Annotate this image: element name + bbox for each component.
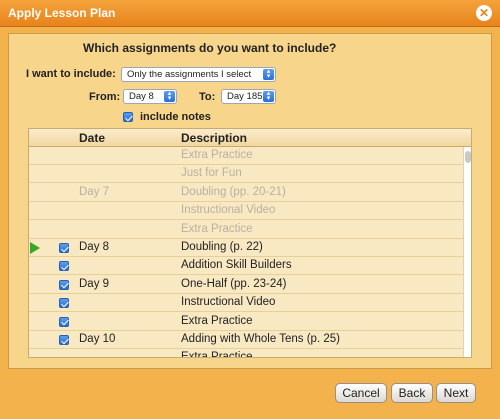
row-checkbox[interactable] — [59, 298, 69, 309]
row-description: Extra Practice — [181, 222, 253, 235]
table-row[interactable]: Extra Practice — [29, 221, 463, 239]
table-row[interactable]: Day 7 Doubling (pp. 20-21) — [29, 184, 463, 202]
row-date: Day 8 — [79, 241, 110, 253]
include-select[interactable]: Only the assignments I select ▴ ▾ — [121, 67, 276, 82]
table-row[interactable]: Instructional Video — [29, 202, 463, 221]
from-label: From: — [89, 91, 121, 103]
table-row[interactable]: Just for Fun — [29, 165, 463, 184]
from-select-value: Day 8 — [129, 91, 154, 102]
include-notes-label: include notes — [140, 111, 211, 123]
row-description: One-Half (pp. 23-24) — [181, 277, 287, 290]
table-header: Date Description — [29, 129, 471, 147]
table-row[interactable]: Instructional Video — [29, 294, 463, 313]
dialog-title: Apply Lesson Plan — [8, 6, 116, 20]
row-description: Instructional Video — [181, 296, 276, 309]
row-checkbox[interactable] — [59, 316, 69, 327]
current-day-marker-icon — [30, 242, 40, 254]
table-row[interactable]: Day 9 One-Half (pp. 23-24) — [29, 276, 463, 294]
row-checkbox[interactable] — [59, 261, 69, 272]
row-description: Doubling (p. 22) — [181, 241, 263, 253]
assignments-table: Date Description Extra Practice Just for … — [28, 128, 472, 358]
to-select[interactable]: Day 185 ▴ ▾ — [221, 89, 276, 104]
scrollbar[interactable] — [463, 147, 471, 357]
include-select-value: Only the assignments I select — [127, 69, 252, 80]
column-date: Date — [79, 131, 106, 145]
question-heading: Which assignments do you want to include… — [83, 41, 337, 55]
to-label: To: — [199, 91, 216, 103]
row-description: Addition Skill Builders — [181, 259, 292, 272]
select-arrows-icon: ▴ ▾ — [263, 90, 274, 102]
select-arrows-icon: ▴ ▾ — [164, 90, 175, 102]
table-row[interactable]: Day 10 Adding with Whole Tens (p. 25) — [29, 331, 463, 349]
close-icon[interactable]: ✕ — [476, 5, 492, 21]
table-row[interactable]: Extra Practice — [29, 349, 463, 358]
table-row[interactable]: Day 8 Doubling (p. 22) — [29, 239, 463, 257]
back-button[interactable]: Back — [391, 383, 433, 403]
scrollbar-thumb[interactable] — [465, 151, 471, 163]
row-description: Extra Practice — [181, 351, 253, 358]
row-date: Day 7 — [79, 185, 110, 198]
next-button[interactable]: Next — [436, 383, 476, 403]
to-select-value: Day 185 — [227, 91, 263, 102]
row-date: Day 10 — [79, 333, 116, 345]
row-checkbox[interactable] — [59, 335, 69, 345]
row-checkbox[interactable] — [59, 279, 69, 290]
include-label: I want to include: — [26, 68, 116, 80]
table-row[interactable]: Addition Skill Builders — [29, 257, 463, 276]
row-description: Extra Practice — [181, 149, 253, 161]
from-select[interactable]: Day 8 ▴ ▾ — [123, 89, 177, 104]
cancel-button[interactable]: Cancel — [335, 383, 387, 403]
row-description: Adding with Whole Tens (p. 25) — [181, 333, 340, 345]
table-row[interactable]: Extra Practice — [29, 313, 463, 331]
title-bar: Apply Lesson Plan ✕ — [0, 0, 500, 27]
row-description: Doubling (pp. 20-21) — [181, 185, 286, 198]
include-notes-checkbox[interactable] — [123, 112, 133, 122]
row-description: Instructional Video — [181, 204, 276, 217]
options-panel: Which assignments do you want to include… — [8, 33, 492, 369]
table-row[interactable]: Extra Practice — [29, 147, 463, 165]
row-checkbox[interactable] — [59, 243, 69, 253]
row-description: Just for Fun — [181, 167, 242, 180]
column-description: Description — [181, 131, 248, 145]
apply-lesson-plan-dialog: Apply Lesson Plan ✕ Which assignments do… — [0, 0, 500, 419]
row-date: Day 9 — [79, 277, 110, 290]
select-arrows-icon: ▴ ▾ — [263, 68, 274, 80]
row-description: Extra Practice — [181, 314, 253, 327]
